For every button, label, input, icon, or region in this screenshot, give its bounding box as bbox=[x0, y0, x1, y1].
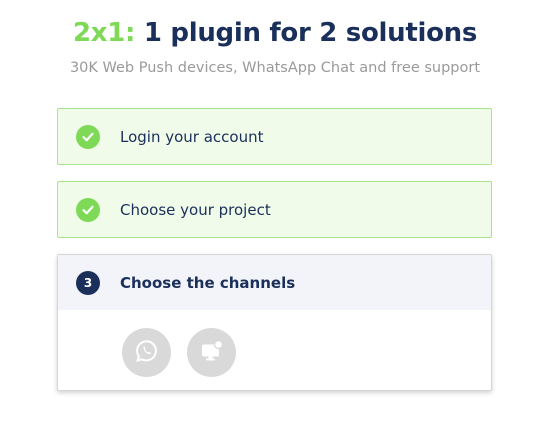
step-channels: 3 Choose the channels bbox=[57, 254, 492, 391]
web-push-channel-button[interactable] bbox=[187, 328, 236, 377]
step-label: Choose your project bbox=[120, 200, 271, 219]
check-icon bbox=[76, 124, 100, 149]
step-label: Login your account bbox=[120, 127, 264, 146]
title-main: 1 plugin for 2 solutions bbox=[143, 18, 478, 48]
step-project[interactable]: Choose your project bbox=[57, 181, 492, 238]
whatsapp-channel-button[interactable] bbox=[122, 328, 171, 377]
step-label: Choose the channels bbox=[120, 273, 296, 292]
whatsapp-icon bbox=[134, 338, 160, 368]
step-number-badge: 3 bbox=[76, 270, 100, 295]
page-subtitle: 30K Web Push devices, WhatsApp Chat and … bbox=[69, 60, 481, 76]
plugin-setup-page: 2x1: 1 plugin for 2 solutions 30K Web Pu… bbox=[0, 0, 550, 425]
page-title: 2x1: 1 plugin for 2 solutions bbox=[0, 18, 550, 48]
step-login[interactable]: Login your account bbox=[57, 108, 492, 165]
web-push-icon bbox=[199, 338, 225, 368]
check-icon bbox=[76, 197, 100, 222]
channel-options bbox=[122, 328, 236, 377]
title-accent: 2x1: bbox=[72, 18, 136, 48]
